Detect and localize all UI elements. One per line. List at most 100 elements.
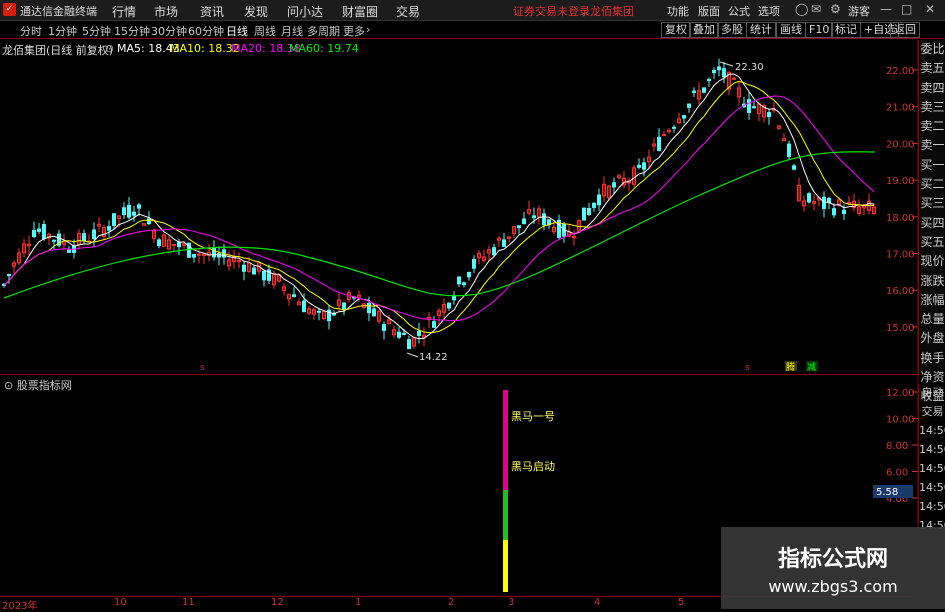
sidebar-item-volume[interactable]: 总量 [919,310,945,329]
x-label: 5 [678,597,685,608]
watermark: 指标公式网 www.zbgs3.com [721,527,945,609]
sidebar-item-outer[interactable]: 外盘 [919,329,945,348]
candle-body [67,249,71,253]
candle-body [657,136,661,151]
candle-body [82,233,86,241]
candle-body [682,115,686,119]
trade-time: 14:50 [919,443,945,456]
trade-time: 14:50 [919,481,945,494]
low-label: 14.22 [419,352,448,363]
x-label: 2 [448,597,455,608]
price-axis-label: 16.00 [886,286,915,297]
candle-body [707,79,711,82]
candle-body [367,302,371,314]
candle-body [712,69,716,74]
sidebar-item-buy2[interactable]: 买二 [919,175,945,194]
price-chart[interactable]: 22.0021.0020.0019.0018.0017.0016.0015.00… [0,0,945,609]
value-badge-text: 5.58 [876,487,898,498]
watermark-url: www.zbgs3.com [768,577,898,596]
candle-body [92,229,96,240]
sidebar-item-sell4[interactable]: 卖四 [919,79,945,98]
ind-axis-label: 6.00 [886,468,908,479]
ind-axis-label: 12.00 [886,388,915,399]
candle-body [502,239,506,247]
candle-body [787,143,791,157]
candle-body [702,87,706,93]
candle-body [722,68,726,78]
candle-body [252,267,256,275]
trade-time: 14:50 [919,462,945,475]
sidebar-item-buy3[interactable]: 买三 [919,194,945,213]
candle-body [192,254,196,258]
sidebar-trade[interactable]: 交易 [919,402,945,421]
candle-body [382,324,386,331]
sidebar-item-buy1[interactable]: 买一 [919,156,945,175]
low-pointer [406,352,419,358]
sidebar-item-buy5[interactable]: 买五 [919,233,945,252]
candle-body [692,90,696,93]
candle-body [447,302,451,309]
candle-body [472,259,476,269]
candle-body [457,276,461,285]
trade-time: 14:50 [919,424,945,437]
high-label: 22.30 [735,62,764,73]
candle-body [137,204,141,209]
candle-body [597,194,601,206]
indicator-title: ⊙ 股票指标网 [4,379,72,392]
price-axis-label: 22.00 [886,66,915,77]
candle-body [317,310,321,313]
candle-body [342,302,346,310]
candle-body [197,253,201,256]
sidebar-item-sell3[interactable]: 卖三 [919,98,945,117]
sidebar-item-pct[interactable]: 涨幅 [919,291,945,310]
candle-body [407,339,411,350]
candle-body [822,196,826,209]
candle-body [157,239,161,246]
event-marker: s [745,363,750,373]
candle-body [612,182,616,188]
candle-body [592,202,596,208]
signal-label-1: 黑马一号 [511,410,555,423]
candle-body [767,112,771,117]
candle-body [132,211,136,216]
candle-body [842,209,846,215]
sidebar-item-sell2[interactable]: 卖二 [919,117,945,136]
candle-body [242,264,246,272]
candle-body [832,208,836,216]
candle-body [7,273,11,277]
sidebar-item-turnover[interactable]: 换手 [919,349,945,368]
candle-body [792,165,796,170]
sidebar-item-weibi[interactable]: 委比 [919,40,945,59]
quote-sidebar: 委比 卖五 卖四 卖三 卖二 卖一 买一 买二 买三 买四 买五 现价 涨跌 涨… [918,40,945,403]
price-axis-label: 21.00 [886,103,915,114]
candle-body [522,218,526,225]
high-pointer [719,61,734,67]
watermark-title: 指标公式网 [777,547,888,572]
event-marker: s [200,363,205,373]
price-axis-label: 20.00 [886,139,915,150]
x-label: 3 [508,597,515,608]
sidebar-item-price[interactable]: 现价 [919,252,945,271]
sidebar-auto[interactable]: 自动 [919,383,945,402]
candle-body [397,331,401,338]
candle-body [672,126,676,129]
x-label: 2023年 [2,601,38,612]
candle-body [747,99,751,113]
candle-body [122,207,126,216]
candle-body [37,228,41,232]
x-label: 11 [182,597,195,608]
signal-bar-green [503,490,508,540]
candle-body [662,134,666,137]
candle-body [687,103,691,108]
sidebar-item-sell1[interactable]: 卖一 [919,136,945,155]
sidebar-item-buy4[interactable]: 买四 [919,214,945,233]
x-label: 10 [114,597,127,608]
x-label: 12 [271,597,284,608]
signal-bar-magenta [503,390,508,490]
candle-body [42,224,46,240]
sidebar-item-change[interactable]: 涨跌 [919,272,945,291]
price-axis-label: 19.00 [886,176,915,187]
sidebar-item-sell5[interactable]: 卖五 [919,59,945,78]
signal-label-2: 黑马启动 [511,460,555,473]
candle-body [532,215,536,219]
